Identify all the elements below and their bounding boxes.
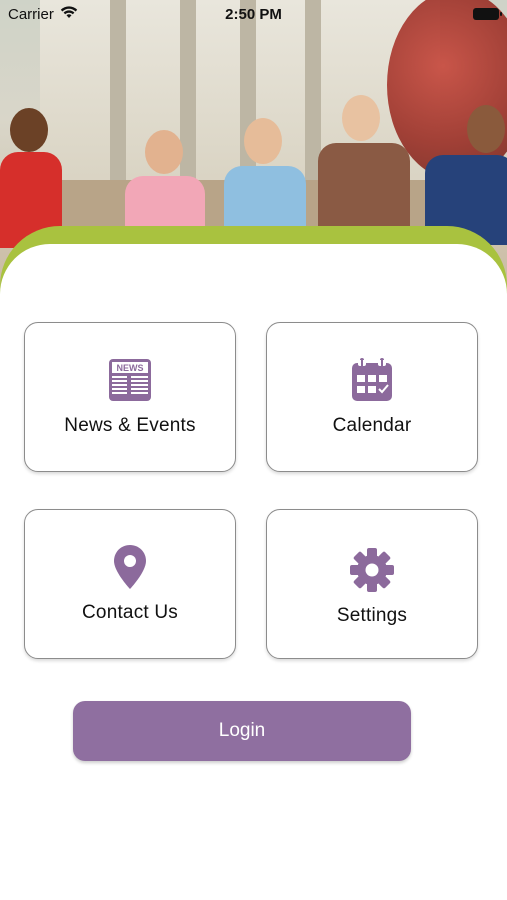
map-pin-icon: [113, 544, 147, 590]
wifi-icon: [60, 5, 78, 23]
calendar-icon: [351, 357, 393, 403]
news-events-label: News & Events: [64, 415, 196, 436]
child-figure: [312, 95, 412, 245]
child-figure: [425, 105, 507, 245]
settings-tile[interactable]: Settings: [266, 509, 478, 659]
battery-icon: [473, 8, 502, 20]
newspaper-icon: NEWS: [108, 357, 152, 403]
news-events-tile[interactable]: NEWS News & Events: [24, 322, 236, 472]
gear-icon: [349, 547, 395, 593]
calendar-label: Calendar: [332, 415, 412, 436]
carrier-label: Carrier: [8, 5, 54, 23]
calendar-tile[interactable]: Calendar: [266, 322, 478, 472]
contact-us-label: Contact Us: [82, 602, 178, 623]
contact-us-tile[interactable]: Contact Us: [24, 509, 236, 659]
svg-text:NEWS: NEWS: [117, 363, 144, 373]
settings-label: Settings: [336, 605, 408, 626]
login-button[interactable]: Login: [73, 701, 411, 761]
status-bar: Carrier 2:50 PM: [0, 0, 507, 28]
